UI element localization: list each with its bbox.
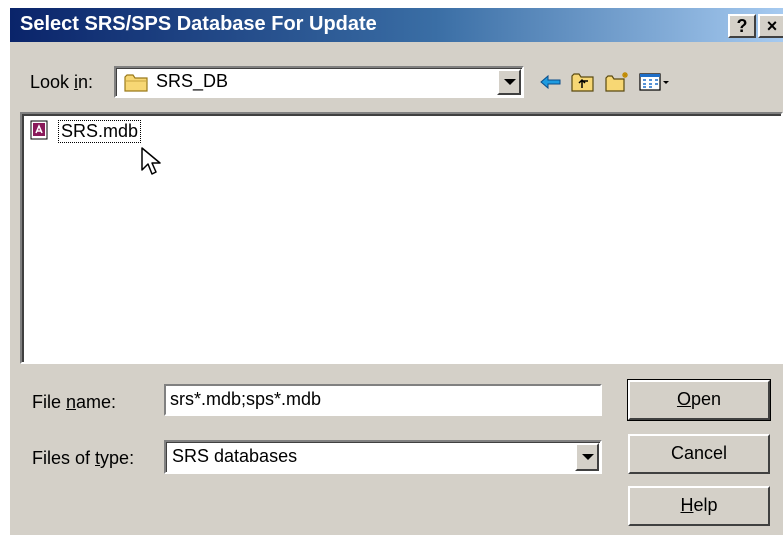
lookin-dropdown-button[interactable] [497,69,521,95]
view-menu-icon[interactable] [638,70,672,94]
filetype-dropdown[interactable]: SRS databases [164,440,602,474]
lookin-dropdown[interactable]: SRS_DB [114,66,524,98]
lookin-label: Look in: [30,72,94,92]
cancel-button[interactable]: Cancel [628,434,770,474]
help-button[interactable]: Help [628,486,770,526]
mouse-cursor-icon [140,146,162,183]
file-list[interactable]: SRS.mdb [20,112,783,364]
filename-label: File name: [32,392,117,412]
filetype-dropdown-button[interactable] [575,443,599,471]
folder-icon [124,73,150,98]
file-name-label[interactable]: SRS.mdb [58,120,142,143]
chevron-down-icon [582,454,594,460]
chevron-down-icon [504,79,516,85]
back-arrow-icon[interactable] [538,70,564,94]
filetype-label: Files of type: [32,448,135,468]
new-folder-icon[interactable] [604,70,630,94]
filename-input[interactable]: srs*.mdb;sps*.mdb [164,384,602,416]
help-title-button[interactable]: ? [728,14,756,38]
dialog-title: Select SRS/SPS Database For Update [20,13,377,35]
access-database-icon [30,120,54,147]
close-button[interactable]: × [758,14,783,38]
title-bar[interactable]: Select SRS/SPS Database For Update ? × [10,8,783,42]
lookin-value: SRS_DB [156,71,229,91]
filetype-value: SRS databases [172,446,298,466]
up-folder-icon[interactable] [570,70,596,94]
open-button[interactable]: Open [627,379,771,421]
file-open-dialog: Select SRS/SPS Database For Update ? × L… [8,6,783,535]
